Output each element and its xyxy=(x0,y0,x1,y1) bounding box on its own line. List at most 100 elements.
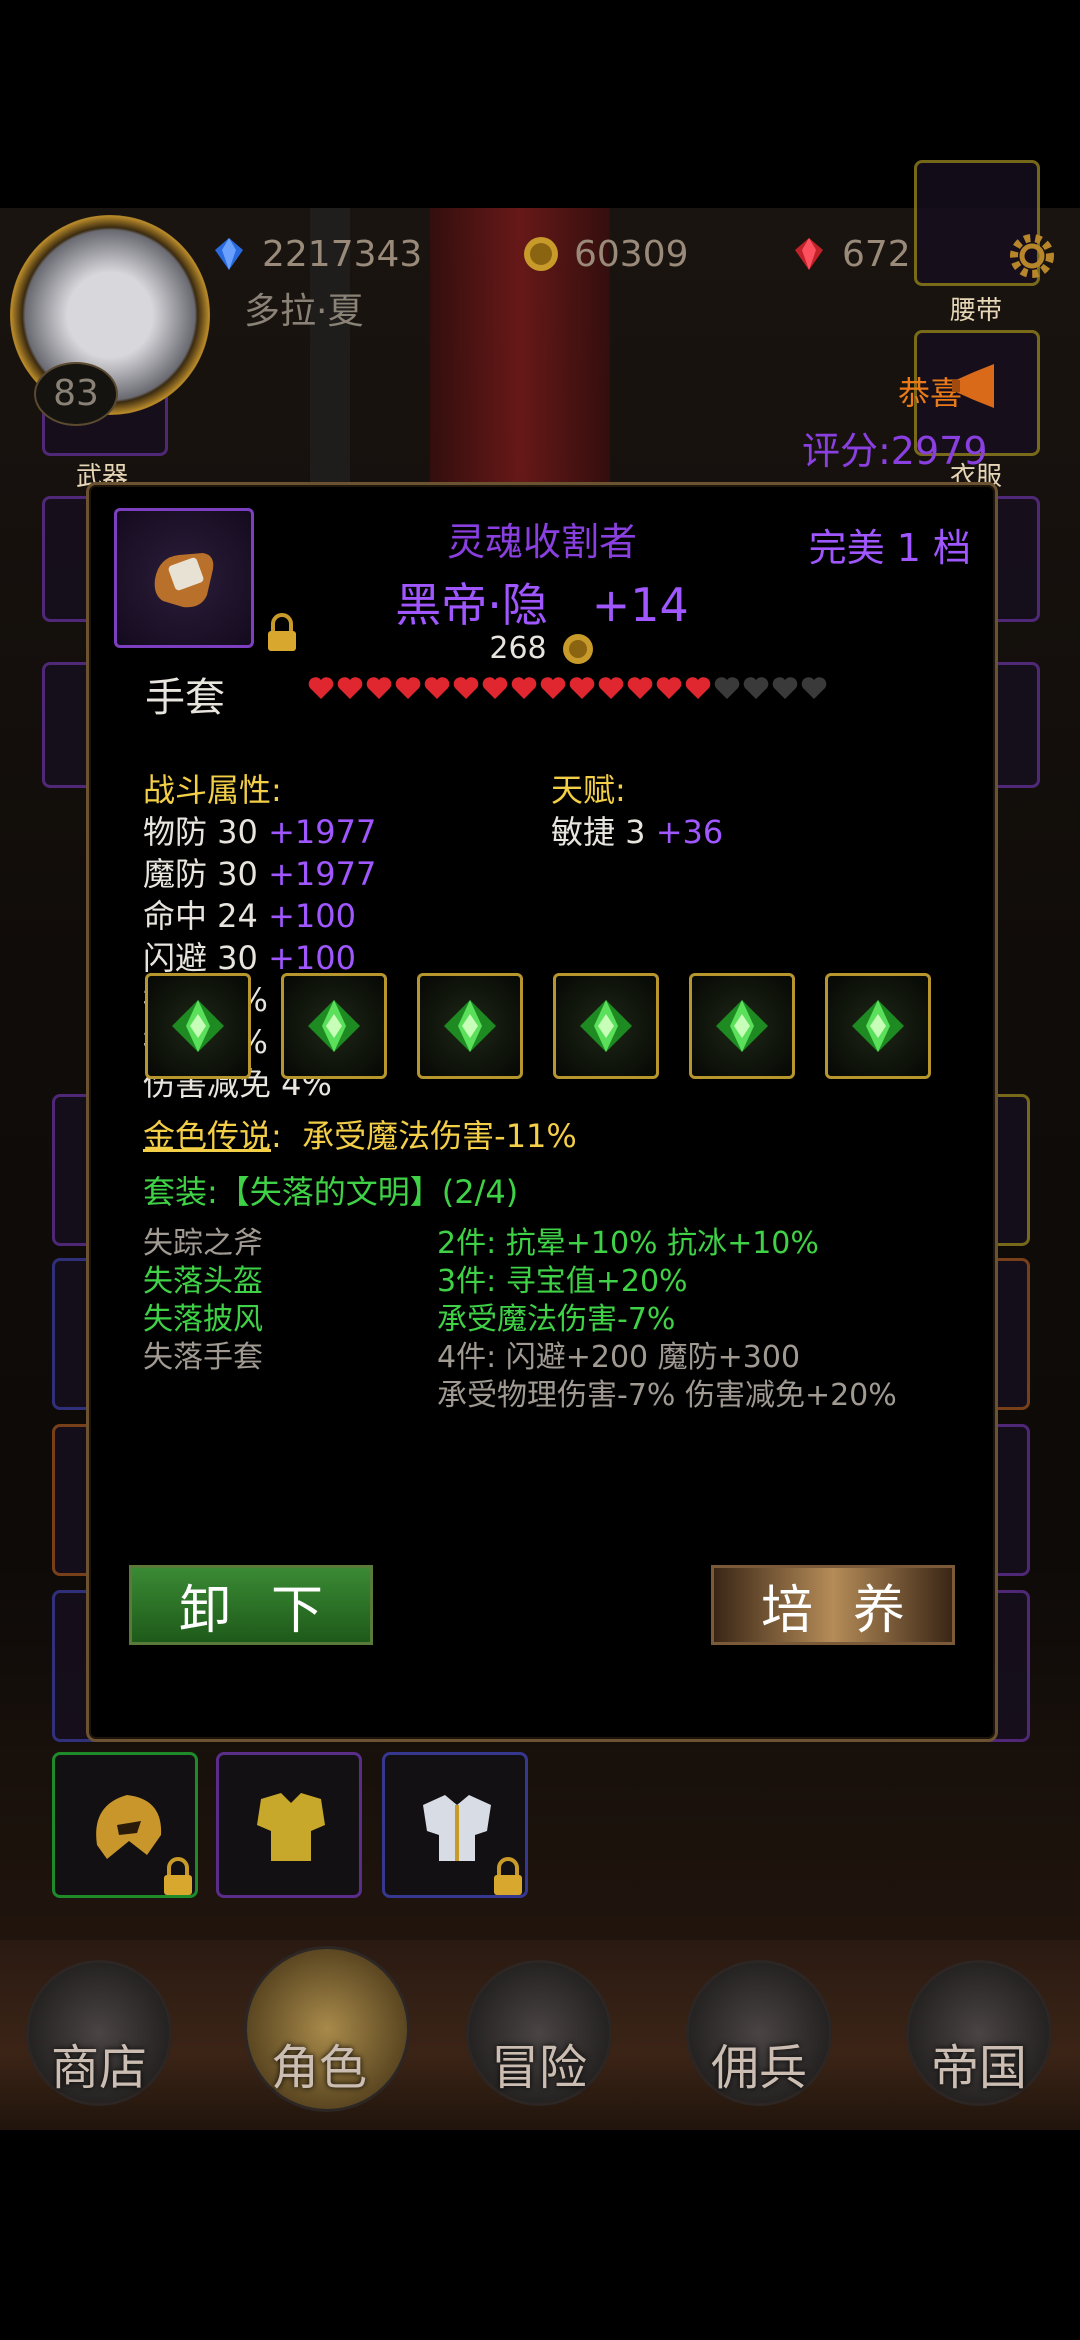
stat-label: 魔防 30 xyxy=(143,855,258,893)
heart-filled-icon xyxy=(656,677,682,699)
gold-coin-icon xyxy=(562,633,593,664)
nav-item-castle[interactable]: 商店 xyxy=(24,1960,174,2110)
heart-empty-icon xyxy=(743,677,769,699)
heart-filled-icon xyxy=(337,677,363,699)
lock-icon[interactable] xyxy=(161,1857,195,1897)
gem-socket[interactable] xyxy=(689,973,795,1079)
nav-item-crossed-swords[interactable]: 冒险 xyxy=(464,1960,614,2110)
heart-filled-icon xyxy=(395,677,421,699)
resource-red-gems: 672 xyxy=(790,230,911,278)
equipped-breastplate-slot[interactable] xyxy=(382,1752,528,1898)
stat-bonus: +100 xyxy=(257,897,356,935)
set-piece-1: 失落头盔 xyxy=(143,1264,263,1299)
player-name: 多拉·夏 xyxy=(244,291,364,332)
resource-red-gems-value: 672 xyxy=(842,233,911,275)
item-quality: 完美 1 档 xyxy=(808,526,971,570)
set-bonuses-list: 2件: 抗晕+10% 抗冰+10% 3件: 寻宝值+20% 承受魔法伤害-7% 4件:… xyxy=(437,1225,897,1415)
train-button[interactable]: 培养 xyxy=(711,1565,955,1645)
stat-bonus: +1977 xyxy=(257,813,377,851)
heart-filled-icon xyxy=(424,677,450,699)
resource-gold-coins: 60309 xyxy=(522,230,689,278)
set-bonus-4: 承受物理伤害-7% 伤害减免+20% xyxy=(437,1378,897,1413)
item-subname-text: 黑帝·隐 xyxy=(395,578,548,632)
stat-label: 敏捷 3 xyxy=(551,813,646,851)
heart-filled-icon xyxy=(627,677,653,699)
nav-label: 商店 xyxy=(50,2040,147,2096)
legend-separator: : xyxy=(271,1117,282,1155)
stat-bonus: +100 xyxy=(257,939,356,977)
green-gem-icon xyxy=(852,1000,904,1052)
heart-filled-icon xyxy=(511,677,537,699)
green-gem-icon xyxy=(444,1000,496,1052)
gold-coin-icon xyxy=(524,237,558,271)
stat-row: 魔防 30 +1977 xyxy=(143,853,376,895)
green-gem-icon xyxy=(716,1000,768,1052)
unequip-button[interactable]: 卸下 xyxy=(129,1565,373,1645)
set-pieces-list: 失踪之斧 失落头盔 失落披风 失落手套 xyxy=(143,1225,263,1377)
gem-socket[interactable] xyxy=(417,973,523,1079)
equipped-helmet-slot[interactable] xyxy=(52,1752,198,1898)
resource-gold-coins-value: 60309 xyxy=(574,233,689,275)
item-price-value: 268 xyxy=(489,631,547,666)
green-gem-icon xyxy=(580,1000,632,1052)
set-bonus-2: 承受魔法伤害-7% xyxy=(437,1302,676,1337)
stat-row: 敏捷 3 +36 xyxy=(551,811,723,853)
legend-label[interactable]: 金色传说 xyxy=(143,1117,271,1155)
nav-item-hood[interactable]: 角色 xyxy=(244,1946,410,2112)
set-piece-3: 失落手套 xyxy=(143,1340,263,1375)
nav-label: 佣兵 xyxy=(710,2040,807,2096)
green-gem-icon xyxy=(172,1000,224,1052)
heart-filled-icon xyxy=(685,677,711,699)
item-slot-type: 手套 xyxy=(145,675,225,721)
gem-socket[interactable] xyxy=(145,973,251,1079)
set-piece-2: 失落披风 xyxy=(143,1302,263,1337)
talent-title: 天赋: xyxy=(551,771,626,809)
heart-filled-icon xyxy=(453,677,479,699)
resource-blue-gems: 2217343 xyxy=(210,230,422,278)
heart-empty-icon xyxy=(801,677,827,699)
set-bonus-3: 4件: 闪避+200 魔防+300 xyxy=(437,1340,801,1375)
stat-row: 物防 30 +1977 xyxy=(143,811,376,853)
gear-icon[interactable] xyxy=(1006,230,1058,282)
stat-bonus: +36 xyxy=(645,813,724,851)
heart-filled-icon xyxy=(569,677,595,699)
lock-icon[interactable] xyxy=(491,1857,525,1897)
stat-label: 物防 30 xyxy=(143,813,258,851)
golden-armor-icon xyxy=(257,1793,325,1861)
set-piece-0: 失踪之斧 xyxy=(143,1226,263,1261)
heart-filled-icon xyxy=(308,677,334,699)
item-price: 268 xyxy=(89,631,995,666)
side-label-belt: 腰带 xyxy=(950,296,1003,326)
set-title: 套装:【失落的文明】(2/4) xyxy=(143,1173,519,1211)
stat-label: 命中 24 xyxy=(143,897,258,935)
stat-row: 命中 24 +100 xyxy=(143,895,376,937)
combat-stats-title: 战斗属性: xyxy=(143,771,282,809)
set-bonus-1: 3件: 寻宝值+20% xyxy=(437,1264,688,1299)
green-gem-icon xyxy=(308,1000,360,1052)
set-bonus-0: 2件: 抗晕+10% 抗冰+10% xyxy=(437,1226,819,1261)
gem-socket[interactable] xyxy=(281,973,387,1079)
heart-filled-icon xyxy=(482,677,508,699)
nav-label: 角色 xyxy=(270,2040,367,2096)
nav-item-crown[interactable]: 帝国 xyxy=(904,1960,1054,2110)
blue-gem-icon xyxy=(215,238,243,270)
score-text: 评分:2979 xyxy=(802,429,988,473)
star-rating-hearts xyxy=(307,675,828,701)
item-enhance-level: +14 xyxy=(591,578,689,632)
heart-empty-icon xyxy=(772,677,798,699)
heart-empty-icon xyxy=(714,677,740,699)
legend-effect: 金色传说: 承受魔法伤害-11% xyxy=(143,1115,577,1157)
player-level-badge: 83 xyxy=(34,362,118,426)
gem-socket[interactable] xyxy=(553,973,659,1079)
stat-bonus: +1977 xyxy=(257,855,377,893)
equipped-armor-slot[interactable] xyxy=(216,1752,362,1898)
gem-socket[interactable] xyxy=(825,973,931,1079)
legend-text: 承受魔法伤害-11% xyxy=(302,1117,577,1155)
heart-filled-icon xyxy=(598,677,624,699)
heart-filled-icon xyxy=(540,677,566,699)
stat-label: 闪避 30 xyxy=(143,939,258,977)
nav-item-card[interactable]: 佣兵 xyxy=(684,1960,834,2110)
item-subname: 黑帝·隐 +14 xyxy=(89,569,995,635)
megaphone-icon[interactable] xyxy=(950,362,1004,410)
nav-label: 冒险 xyxy=(490,2040,587,2096)
